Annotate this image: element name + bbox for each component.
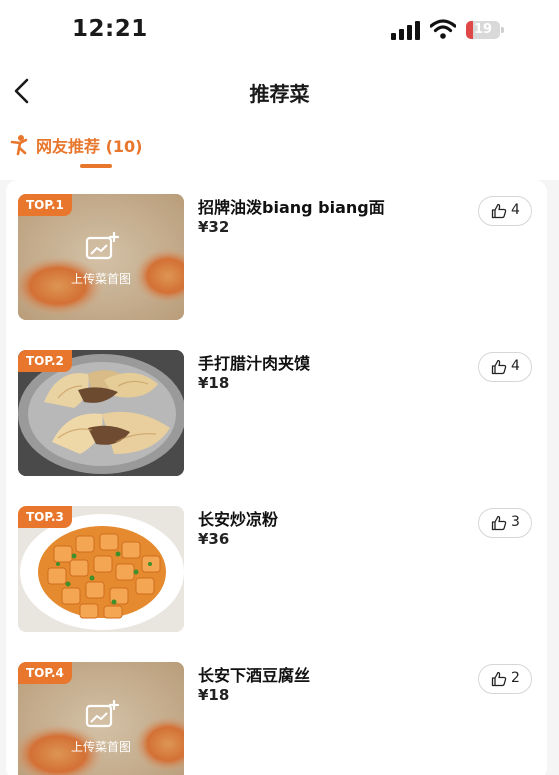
dish-photo[interactable]: TOP.3 xyxy=(18,506,184,632)
dish-photo-placeholder[interactable]: 上传菜首图 TOP.1 xyxy=(18,194,184,320)
tab-underline xyxy=(80,164,112,168)
tab-label: 网友推荐 (10) xyxy=(36,137,143,156)
rank-badge: TOP.2 xyxy=(18,350,72,372)
like-count: 2 xyxy=(511,670,520,686)
thumbs-up-icon xyxy=(491,671,507,687)
dish-name[interactable]: 招牌油泼biang biang面 xyxy=(198,194,385,218)
list-item[interactable]: 上传菜首图 TOP.1 招牌油泼biang biang面 ¥32 4 xyxy=(6,180,547,320)
dish-name[interactable]: 长安下酒豆腐丝 xyxy=(198,662,310,686)
nav-bar: 推荐菜 xyxy=(0,62,559,120)
upload-photo-label: 上传菜首图 xyxy=(70,272,131,286)
status-bar: 12:21 19 xyxy=(0,0,559,60)
rank-badge: TOP.4 xyxy=(18,662,72,684)
person-cheer-icon xyxy=(10,135,28,156)
list-item[interactable]: TOP.2 手打腊汁肉夹馍 ¥18 4 xyxy=(6,336,547,476)
list-item[interactable]: TOP.3 长安炒凉粉 ¥36 3 xyxy=(6,492,547,632)
thumbs-up-icon xyxy=(491,515,507,531)
page-title: 推荐菜 xyxy=(249,82,310,106)
dish-photo-placeholder[interactable]: 上传菜首图 TOP.4 xyxy=(18,662,184,775)
dish-price: ¥18 xyxy=(198,374,230,392)
upload-photo-label: 上传菜首图 xyxy=(70,740,131,754)
like-button[interactable]: 4 xyxy=(478,352,532,382)
like-count: 4 xyxy=(511,202,520,218)
like-button[interactable]: 3 xyxy=(478,508,532,538)
list-item[interactable]: 上传菜首图 TOP.4 长安下酒豆腐丝 ¥18 2 xyxy=(6,648,547,775)
like-count: 4 xyxy=(511,358,520,374)
dish-photo[interactable]: TOP.2 xyxy=(18,350,184,476)
dish-price: ¥18 xyxy=(198,686,230,704)
battery-percent: 19 xyxy=(473,22,493,37)
dish-name[interactable]: 手打腊汁肉夹馍 xyxy=(198,350,310,374)
wifi-icon xyxy=(430,19,456,39)
battery-icon: 19 xyxy=(466,21,504,39)
signal-icon xyxy=(391,20,423,40)
upload-photo-icon xyxy=(85,232,120,260)
like-count: 3 xyxy=(511,514,520,530)
like-button[interactable]: 4 xyxy=(478,196,532,226)
status-time: 12:21 xyxy=(72,16,148,42)
thumbs-up-icon xyxy=(491,203,507,219)
thumbs-up-icon xyxy=(491,359,507,375)
dish-list: 上传菜首图 TOP.1 招牌油泼biang biang面 ¥32 4 TOP.2… xyxy=(6,180,547,775)
dish-price: ¥36 xyxy=(198,530,230,548)
rank-badge: TOP.1 xyxy=(18,194,72,216)
upload-photo-icon xyxy=(85,700,120,728)
like-button[interactable]: 2 xyxy=(478,664,532,694)
dish-price: ¥32 xyxy=(198,218,230,236)
rank-badge: TOP.3 xyxy=(18,506,72,528)
dish-name[interactable]: 长安炒凉粉 xyxy=(198,506,278,530)
